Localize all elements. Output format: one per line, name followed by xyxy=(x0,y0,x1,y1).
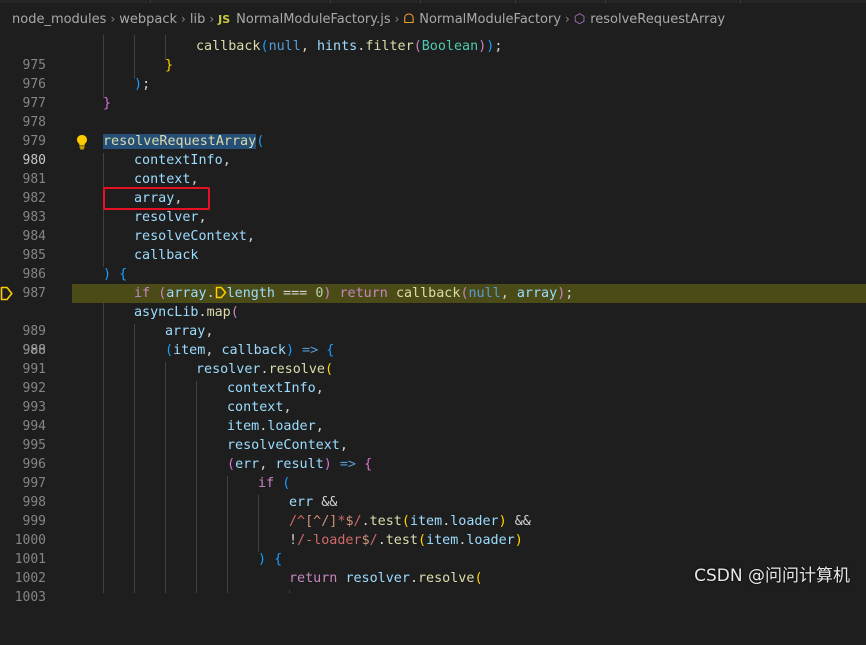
code-line[interactable]: 991 (item, callback) => { xyxy=(0,341,866,377)
chevron-right-icon: › xyxy=(110,12,116,26)
code-line[interactable]: 995 item.loader, xyxy=(0,417,866,453)
code-text: /^[^/]*$/.test(item.loader) && xyxy=(289,514,531,529)
breadcrumb-item-file[interactable]: NormalModuleFactory.js xyxy=(236,12,390,27)
code-line[interactable]: 985 resolveContext, xyxy=(0,227,866,263)
code-text: err && xyxy=(289,495,338,510)
code-line[interactable]: 978 } xyxy=(0,94,866,130)
code-line[interactable]: 980 resolveRequestArray( xyxy=(0,132,866,168)
code-line-current[interactable]: 988 if (array. length === 0) return callb… xyxy=(0,284,866,358)
code-line[interactable]: 976 } xyxy=(0,56,866,92)
code-text: !/-loader$/.test(item.loader) xyxy=(289,533,523,548)
debug-breakpoint-icon[interactable] xyxy=(0,286,13,301)
code-text: contextInfo, xyxy=(134,153,231,168)
code-line[interactable]: 987 ) { xyxy=(0,265,866,301)
code-text: ); xyxy=(134,77,151,92)
code-text: contextInfo, xyxy=(227,381,324,396)
code-text: } xyxy=(103,96,112,111)
code-line[interactable]: 990 array, xyxy=(0,322,866,358)
chevron-right-icon: › xyxy=(565,12,570,26)
code-line[interactable]: 1001 !/-loader$/.test(item.loader) xyxy=(0,531,866,567)
breadcrumb-item-method[interactable]: resolveRequestArray xyxy=(590,12,725,27)
code-line[interactable]: 992 resolver.resolve( xyxy=(0,360,866,396)
code-line[interactable]: 975 callback(null, hints.filter(Boolean)… xyxy=(0,37,866,73)
code-line[interactable]: 999 err && xyxy=(0,493,866,529)
code-line[interactable]: 989 asyncLib.map( xyxy=(0,303,866,339)
code-text: (err, result) => { xyxy=(227,457,373,472)
breadcrumb: node_modules › webpack › lib › JS Normal… xyxy=(0,3,866,35)
inline-breakpoint-icon[interactable] xyxy=(215,286,227,299)
code-text: if (array. length === 0) return callback(… xyxy=(134,286,574,301)
code-text: array, xyxy=(165,324,214,339)
code-text: item.loader, xyxy=(227,419,324,434)
code-text: return resolver.resolve( xyxy=(289,571,483,586)
code-line[interactable]: 1000 /^[^/]*$/.test(item.loader) && xyxy=(0,512,866,548)
breadcrumb-item-class[interactable]: NormalModuleFactory xyxy=(419,12,561,27)
code-text: ) { xyxy=(103,267,128,282)
breadcrumb-item-webpack[interactable]: webpack xyxy=(119,12,177,27)
js-file-icon: JS xyxy=(218,12,231,26)
line-number: 1003 xyxy=(14,590,46,605)
lightbulb-icon[interactable] xyxy=(75,134,89,150)
code-text: resolveRequestArray( xyxy=(103,134,265,149)
code-editor[interactable]: 975 callback(null, hints.filter(Boolean)… xyxy=(0,35,866,605)
method-icon: ⬡ xyxy=(573,11,586,27)
code-line[interactable]: 998 if ( xyxy=(0,474,866,510)
code-line[interactable]: 986 callback xyxy=(0,246,866,282)
code-text: } xyxy=(165,58,174,73)
chevron-right-icon: › xyxy=(394,12,400,26)
code-line[interactable]: 997 (err, result) => { xyxy=(0,455,866,491)
code-line[interactable]: 984 resolver, xyxy=(0,208,866,244)
watermark: CSDN @问问计算机 xyxy=(694,566,850,586)
code-text: callback(null, hints.filter(Boolean)); xyxy=(196,39,503,54)
annotation-highlight-box xyxy=(103,187,210,210)
code-text: (item, callback) => { xyxy=(165,343,335,358)
code-line[interactable]: 993 contextInfo, xyxy=(0,379,866,415)
chevron-right-icon: › xyxy=(209,12,215,26)
class-icon: ᗝ xyxy=(403,11,415,27)
code-line[interactable]: 979 xyxy=(0,113,866,149)
code-text: resolver.resolve( xyxy=(196,362,334,377)
code-text: asyncLib.map( xyxy=(134,305,239,320)
code-text: resolveContext, xyxy=(227,438,348,453)
code-line[interactable]: 977 ); xyxy=(0,75,866,111)
breadcrumb-item-lib[interactable]: lib xyxy=(190,12,205,27)
code-text: if ( xyxy=(258,476,291,491)
code-text: context, xyxy=(227,400,292,415)
breadcrumb-item-node-modules[interactable]: node_modules xyxy=(12,12,106,27)
code-text: callback xyxy=(134,248,199,263)
code-line[interactable]: 994 context, xyxy=(0,398,866,434)
code-line[interactable]: 981 contextInfo, xyxy=(0,151,866,187)
chevron-right-icon: › xyxy=(181,12,186,26)
code-text: resolver, xyxy=(134,210,207,225)
code-line[interactable]: 996 resolveContext, xyxy=(0,436,866,472)
code-text: ) { xyxy=(258,552,283,567)
code-text: resolveContext, xyxy=(134,229,255,244)
